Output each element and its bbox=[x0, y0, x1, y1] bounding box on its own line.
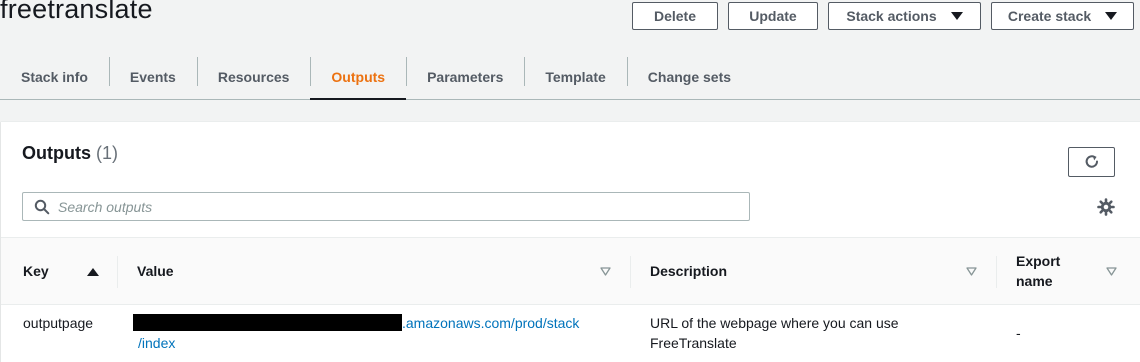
column-label-export-name: Export name bbox=[1016, 253, 1061, 289]
output-export-name: - bbox=[1016, 325, 1021, 341]
search-input[interactable] bbox=[58, 193, 749, 220]
outputs-title: Outputs bbox=[22, 143, 91, 163]
column-header-description[interactable]: Description bbox=[630, 238, 996, 304]
header-actions: Delete Update Stack actions Create stack bbox=[632, 2, 1134, 30]
caret-down-icon bbox=[950, 12, 963, 20]
table-row: outputpage .amazonaws.com/prod/stack /in… bbox=[1, 305, 1140, 361]
column-label-key: Key bbox=[23, 263, 49, 279]
tab-parameters[interactable]: Parameters bbox=[406, 54, 524, 99]
refresh-button[interactable] bbox=[1068, 147, 1115, 177]
column-header-key[interactable]: Key bbox=[1, 238, 117, 304]
caret-down-icon bbox=[1105, 12, 1118, 20]
tab-events[interactable]: Events bbox=[108, 54, 197, 99]
tab-bar: Stack info Events Resources Outputs Para… bbox=[0, 54, 1140, 100]
column-label-description: Description bbox=[650, 263, 728, 279]
column-header-value[interactable]: Value bbox=[117, 238, 630, 304]
table-header: Key Value Description Export name bbox=[1, 237, 1140, 305]
redacted-block bbox=[133, 314, 402, 331]
create-stack-label: Create stack bbox=[1007, 8, 1092, 24]
outputs-heading: Outputs (1) bbox=[22, 143, 118, 164]
output-value: .amazonaws.com/prod/stack /index bbox=[133, 313, 613, 353]
output-description: URL of the webpage where you can use Fre… bbox=[650, 315, 899, 351]
delete-button[interactable]: Delete bbox=[632, 2, 718, 30]
page-title: freetranslate bbox=[0, 0, 153, 24]
column-label-value: Value bbox=[137, 263, 174, 279]
stack-actions-label: Stack actions bbox=[846, 8, 937, 24]
create-stack-button[interactable]: Create stack bbox=[991, 2, 1134, 30]
sort-icon bbox=[600, 267, 611, 276]
output-value-link-continued[interactable]: /index bbox=[133, 333, 613, 353]
outputs-count: (1) bbox=[96, 143, 119, 163]
outputs-table: Key Value Description Export name output… bbox=[1, 237, 1140, 361]
gear-icon bbox=[1097, 198, 1115, 216]
column-header-export-name[interactable]: Export name bbox=[996, 238, 1140, 304]
sort-icon bbox=[1106, 267, 1117, 276]
output-value-link[interactable]: .amazonaws.com/prod/stack bbox=[402, 315, 579, 331]
sort-icon bbox=[966, 267, 977, 276]
tab-resources[interactable]: Resources bbox=[196, 54, 311, 99]
table-settings-button[interactable] bbox=[1097, 198, 1115, 216]
stack-actions-button[interactable]: Stack actions bbox=[828, 2, 981, 30]
update-button[interactable]: Update bbox=[728, 2, 818, 30]
outputs-panel: Outputs (1) Search outputs Key Value Des… bbox=[1, 121, 1140, 362]
tab-change-sets[interactable]: Change sets bbox=[626, 54, 752, 99]
tab-stack-info[interactable]: Stack info bbox=[0, 54, 109, 99]
search-icon bbox=[34, 199, 50, 215]
tab-template[interactable]: Template bbox=[524, 54, 626, 99]
search-field bbox=[22, 192, 750, 221]
refresh-icon bbox=[1085, 155, 1098, 168]
tab-outputs[interactable]: Outputs bbox=[310, 54, 406, 100]
sort-ascending-icon bbox=[87, 268, 99, 276]
output-key: outputpage bbox=[23, 315, 94, 331]
